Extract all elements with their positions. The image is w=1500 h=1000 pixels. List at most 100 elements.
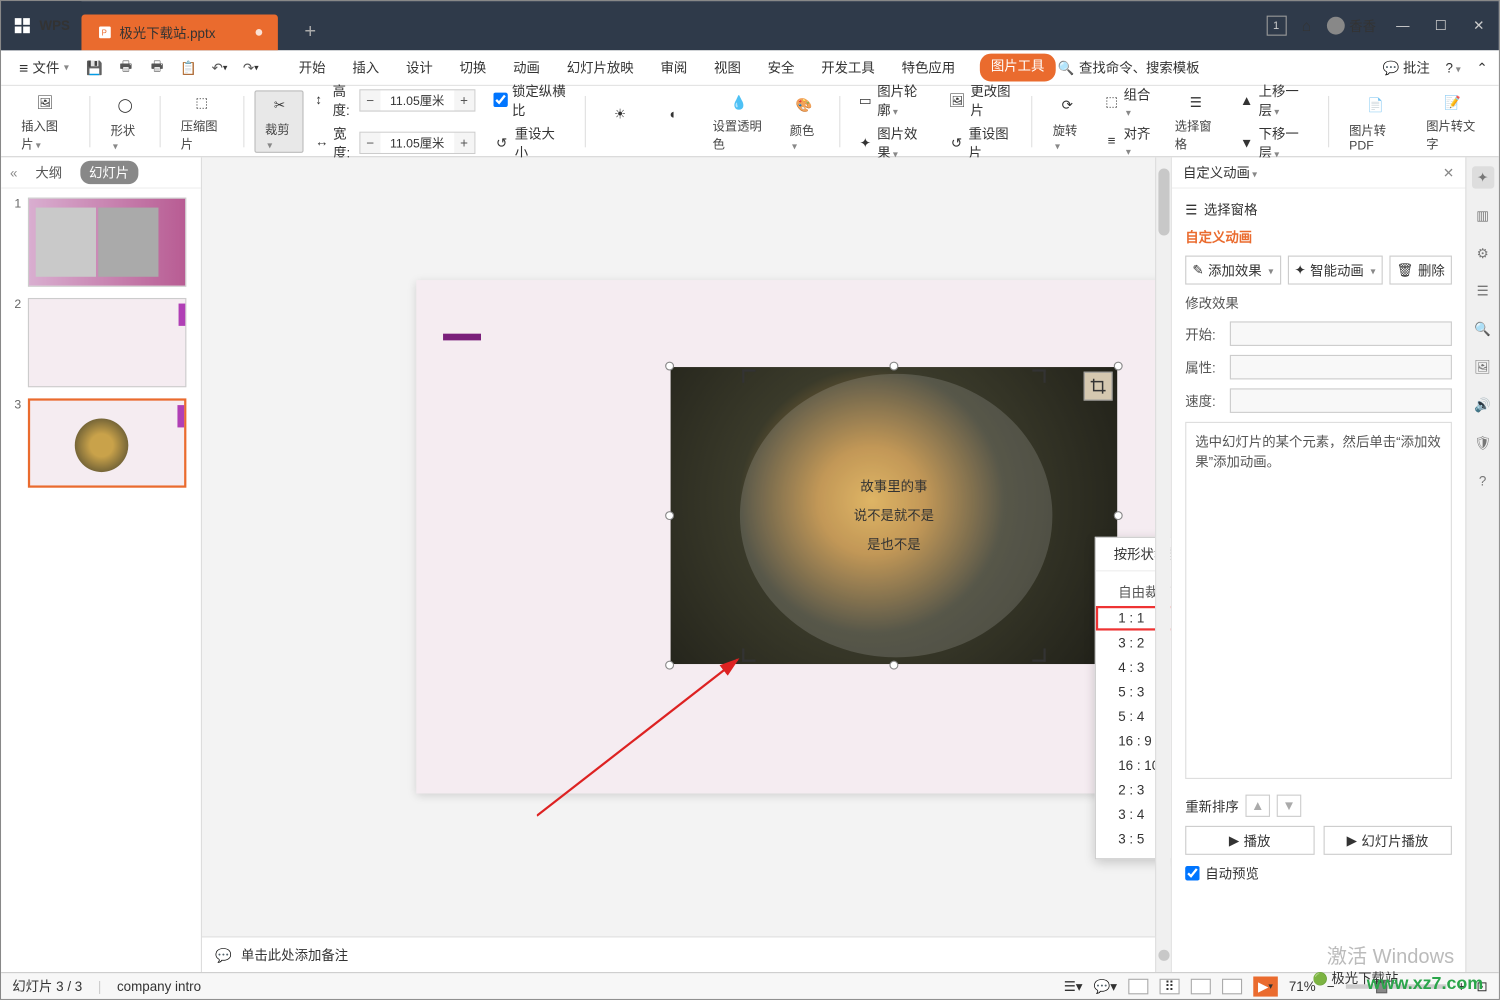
- height-spinner[interactable]: −+: [359, 89, 475, 111]
- image-sidebar-icon[interactable]: 🖼: [1471, 356, 1493, 378]
- brightness-button[interactable]: ☀.: [597, 90, 644, 152]
- file-menu[interactable]: ≡文件▾: [12, 55, 75, 81]
- collapse-ribbon-icon[interactable]: ⌃: [1476, 60, 1487, 76]
- find-sidebar-icon[interactable]: 🔍: [1471, 318, 1493, 340]
- print-icon[interactable]: 🖶: [116, 57, 136, 77]
- tab-picture-tools[interactable]: 图片工具: [980, 54, 1056, 82]
- transition-sidebar-icon[interactable]: ▥: [1471, 204, 1493, 226]
- copy-icon[interactable]: 📋: [178, 57, 198, 77]
- audio-sidebar-icon[interactable]: 🔊: [1471, 394, 1493, 416]
- sorter-view-button[interactable]: ⠿: [1159, 978, 1179, 994]
- tab-special[interactable]: 特色应用: [899, 54, 957, 82]
- auto-preview-checkbox[interactable]: 自动预览: [1172, 859, 1466, 887]
- pane-title[interactable]: 自定义动画: [1183, 163, 1257, 182]
- crop-button[interactable]: ✂裁剪: [255, 90, 304, 152]
- tab-home[interactable]: 开始: [297, 54, 328, 82]
- outline-tab[interactable]: 大纲: [26, 161, 71, 184]
- command-search[interactable]: 🔍查找命令、搜索模板: [1058, 58, 1200, 77]
- slide-thumb-1[interactable]: 1: [8, 198, 194, 287]
- document-tab[interactable]: P 极光下载站.pptx: [81, 15, 277, 51]
- width-spinner[interactable]: −+: [359, 131, 475, 153]
- change-picture-button[interactable]: 🖼更改图片: [949, 81, 1014, 119]
- slideshow-button[interactable]: ▶幻灯片播放: [1323, 826, 1452, 855]
- notes-toggle[interactable]: ☰▾: [1064, 978, 1083, 994]
- rotate-button[interactable]: ⟳旋转: [1044, 90, 1091, 152]
- slides-tab[interactable]: 幻灯片: [80, 161, 138, 184]
- shape-button[interactable]: ◯形状: [102, 90, 149, 152]
- handle-r[interactable]: [1114, 511, 1123, 520]
- insert-picture-button[interactable]: 🖼插入图片: [12, 90, 78, 152]
- move-down-button[interactable]: ▼: [1277, 795, 1302, 817]
- tab-insert[interactable]: 插入: [350, 54, 381, 82]
- notes-area[interactable]: 💬单击此处添加备注: [202, 936, 1155, 972]
- add-tab-button[interactable]: +: [298, 19, 323, 44]
- prop-select[interactable]: [1230, 355, 1452, 380]
- canvas-scrollbar[interactable]: [1155, 157, 1171, 972]
- color-button[interactable]: 🎨颜色: [781, 90, 828, 152]
- play-present-button[interactable]: ▶▾: [1253, 976, 1278, 996]
- selected-picture[interactable]: 故事里的事 说不是就不是 是也不是: [671, 367, 1117, 664]
- lock-aspect-checkbox[interactable]: 锁定纵横比: [493, 81, 567, 119]
- layers-sidebar-icon[interactable]: ☰: [1471, 280, 1493, 302]
- slide-thumb-2[interactable]: 2: [8, 298, 194, 387]
- collapse-panel-icon[interactable]: «: [10, 165, 17, 181]
- selection-pane-button[interactable]: ☰选择窗格: [1166, 90, 1226, 152]
- width-input[interactable]: [380, 132, 454, 152]
- apps-icon[interactable]: ⌂: [1302, 17, 1311, 35]
- zoom-value[interactable]: 71%: [1289, 978, 1316, 994]
- handle-bl[interactable]: [665, 661, 674, 670]
- comments-button[interactable]: 💬 批注: [1383, 58, 1430, 77]
- present-view-button[interactable]: [1222, 978, 1242, 994]
- reset-picture-button[interactable]: ↺重设图片: [949, 123, 1014, 161]
- properties-sidebar-icon[interactable]: ⚙: [1471, 242, 1493, 264]
- security-sidebar-icon[interactable]: 🛡: [1471, 432, 1493, 454]
- transparent-color-button[interactable]: 💧设置透明色: [704, 90, 774, 152]
- undo-icon[interactable]: ↶▾: [209, 57, 229, 77]
- width-plus[interactable]: +: [454, 132, 474, 152]
- contrast-button[interactable]: ◐.: [650, 90, 697, 152]
- handle-l[interactable]: [665, 511, 674, 520]
- handle-tr[interactable]: [1114, 362, 1123, 371]
- wps-logo[interactable]: WPS: [1, 1, 81, 50]
- minimize-button[interactable]: —: [1392, 15, 1414, 37]
- compress-button[interactable]: ⬚压缩图片: [172, 90, 232, 152]
- start-select[interactable]: [1230, 321, 1452, 346]
- effect-button[interactable]: ✦图片效果: [858, 123, 929, 161]
- tab-animation[interactable]: 动画: [511, 54, 542, 82]
- height-input[interactable]: [380, 90, 454, 110]
- normal-view-button[interactable]: [1128, 978, 1148, 994]
- user-avatar[interactable]: 香香: [1327, 16, 1376, 35]
- tab-slideshow[interactable]: 幻灯片放映: [564, 54, 635, 82]
- add-effect-button[interactable]: ✎添加效果: [1185, 256, 1280, 285]
- reading-view-button[interactable]: [1191, 978, 1211, 994]
- redo-icon[interactable]: ↷▾: [241, 57, 261, 77]
- speed-select[interactable]: [1230, 388, 1452, 413]
- print-preview-icon[interactable]: 🖶: [147, 57, 167, 77]
- play-button[interactable]: ▶播放: [1185, 826, 1314, 855]
- to-text-button[interactable]: 📝图片转文字: [1417, 90, 1487, 152]
- help-icon[interactable]: ? ▾: [1445, 60, 1460, 76]
- close-button[interactable]: ✕: [1468, 15, 1490, 37]
- reset-size-button[interactable]: ↺重设大小: [493, 123, 567, 161]
- notification-badge[interactable]: 1: [1266, 16, 1286, 36]
- width-minus[interactable]: −: [360, 132, 380, 152]
- outline-button[interactable]: ▭图片轮廓: [858, 81, 929, 119]
- slide-canvas[interactable]: 故事里的事 说不是就不是 是也不是: [202, 157, 1171, 972]
- selection-pane-link[interactable]: ☰选择窗格: [1185, 200, 1452, 219]
- delete-button[interactable]: 🗑删除: [1389, 256, 1451, 285]
- handle-tl[interactable]: [665, 362, 674, 371]
- tab-developer[interactable]: 开发工具: [819, 54, 877, 82]
- tab-design[interactable]: 设计: [404, 54, 435, 82]
- tab-security[interactable]: 安全: [765, 54, 796, 82]
- help-sidebar-icon[interactable]: ?: [1471, 470, 1493, 492]
- maximize-button[interactable]: ☐: [1430, 15, 1452, 37]
- save-icon[interactable]: 💾: [85, 57, 105, 77]
- height-minus[interactable]: −: [360, 90, 380, 110]
- handle-b[interactable]: [889, 661, 898, 670]
- height-plus[interactable]: +: [454, 90, 474, 110]
- align-button[interactable]: ≡对齐: [1104, 123, 1152, 158]
- move-up-button[interactable]: ▲: [1245, 795, 1270, 817]
- tab-transition[interactable]: 切换: [457, 54, 488, 82]
- animation-sidebar-icon[interactable]: ✦: [1471, 166, 1493, 188]
- tab-view[interactable]: 视图: [712, 54, 743, 82]
